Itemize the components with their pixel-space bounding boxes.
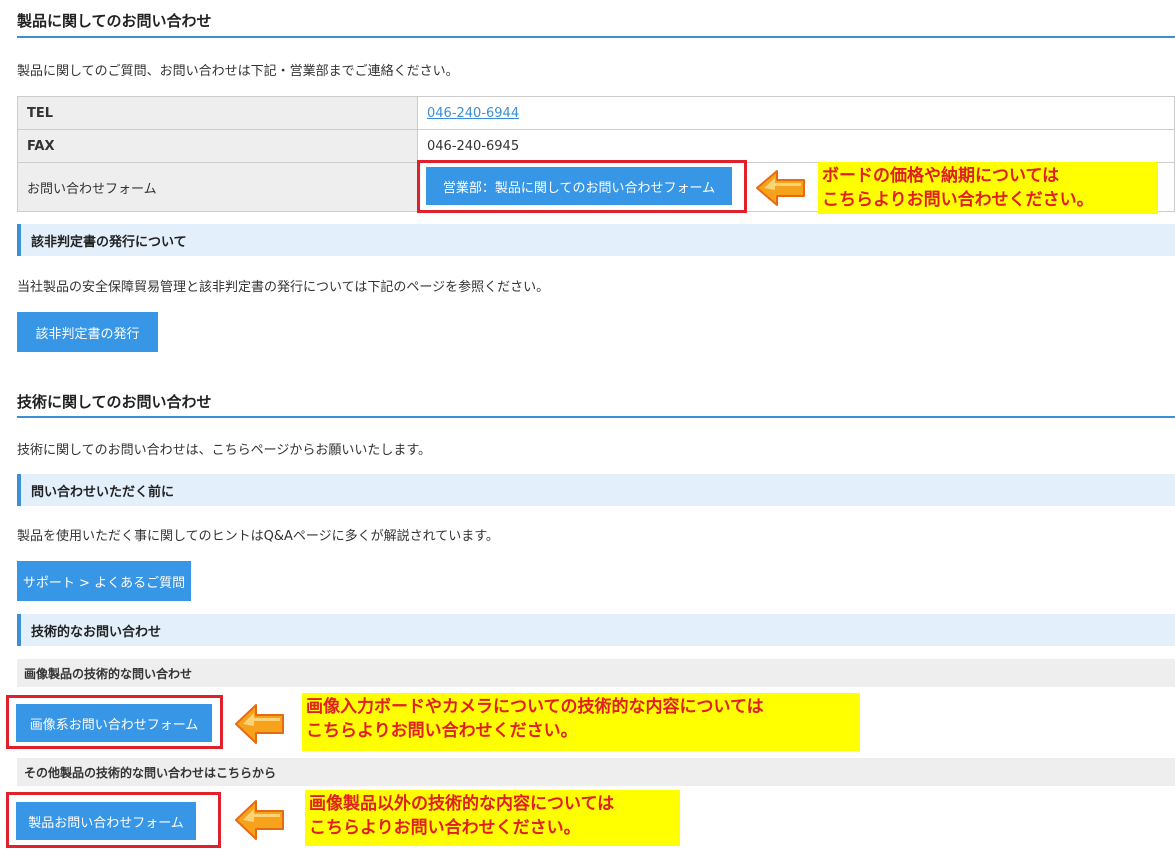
left-arrow-icon xyxy=(235,800,284,840)
fax-value: 046-240-6945 xyxy=(417,129,1175,163)
product-inquiry-heading: 製品に関してのお問い合わせ xyxy=(17,12,212,30)
image-note: 画像入力ボードやカメラについての技術的な内容については こちらよりお問い合わせく… xyxy=(302,693,860,751)
other-products-heading: その他製品の技術的な問い合わせはこちらから xyxy=(17,758,1175,786)
export-determination-button[interactable]: 該非判定書の発行 xyxy=(17,312,158,352)
faq-button[interactable]: サポート > よくあるご質問 xyxy=(17,561,191,601)
export-determination-description: 当社製品の安全保障貿易管理と該非判定書の発行については下記のページを参照ください… xyxy=(17,280,550,295)
tel-link[interactable]: 046-240-6944 xyxy=(427,106,519,121)
before-inquiry-heading: 問い合わせいただく前に xyxy=(17,474,1175,506)
sales-note-line-1: ボードの価格や納期については xyxy=(822,166,1060,186)
image-products-heading: 画像製品の技術的な問い合わせ xyxy=(17,659,1175,687)
export-determination-heading: 該非判定書の発行について xyxy=(17,224,1175,256)
sales-note: ボードの価格や納期については こちらよりお問い合わせください。 xyxy=(818,162,1158,214)
tel-row: TEL 046-240-6944 xyxy=(17,96,1175,130)
tel-label: TEL xyxy=(17,96,418,130)
tel-value-cell: 046-240-6944 xyxy=(417,96,1175,130)
left-arrow-icon xyxy=(235,704,284,744)
sales-product-inquiry-form-button[interactable]: 営業部：製品に関してのお問い合わせフォーム xyxy=(426,167,732,205)
technical-inquiry-heading: 技術的なお問い合わせ xyxy=(17,614,1175,646)
sales-note-line-2: こちらよりお問い合わせください。 xyxy=(822,190,1094,210)
tech-inquiry-heading: 技術に関してのお問い合わせ xyxy=(17,393,212,411)
other-note-line-1: 画像製品以外の技術的な内容については xyxy=(309,794,615,814)
product-inquiry-form-button[interactable]: 製品お問い合わせフォーム xyxy=(16,802,196,840)
product-inquiry-description: 製品に関してのご質問、お問い合わせは下記・営業部までご連絡ください。 xyxy=(17,64,459,79)
other-note: 画像製品以外の技術的な内容については こちらよりお問い合わせください。 xyxy=(305,790,680,846)
fax-row: FAX 046-240-6945 xyxy=(17,129,1175,163)
left-arrow-icon xyxy=(756,170,805,206)
heading-underline xyxy=(17,36,1175,38)
heading-underline xyxy=(17,416,1175,418)
image-note-line-1: 画像入力ボードやカメラについての技術的な内容については xyxy=(306,697,764,717)
fax-label: FAX xyxy=(17,129,418,163)
other-note-line-2: こちらよりお問い合わせください。 xyxy=(309,818,581,838)
form-label: お問い合わせフォーム xyxy=(17,162,418,212)
before-inquiry-description: 製品を使用いただく事に関してのヒントはQ&Aページに多くが解説されています。 xyxy=(17,529,499,544)
image-inquiry-form-button[interactable]: 画像系お問い合わせフォーム xyxy=(16,704,212,742)
image-note-line-2: こちらよりお問い合わせください。 xyxy=(306,721,578,741)
tech-inquiry-description: 技術に関してのお問い合わせは、こちらページからお願いいたします。 xyxy=(17,443,432,458)
